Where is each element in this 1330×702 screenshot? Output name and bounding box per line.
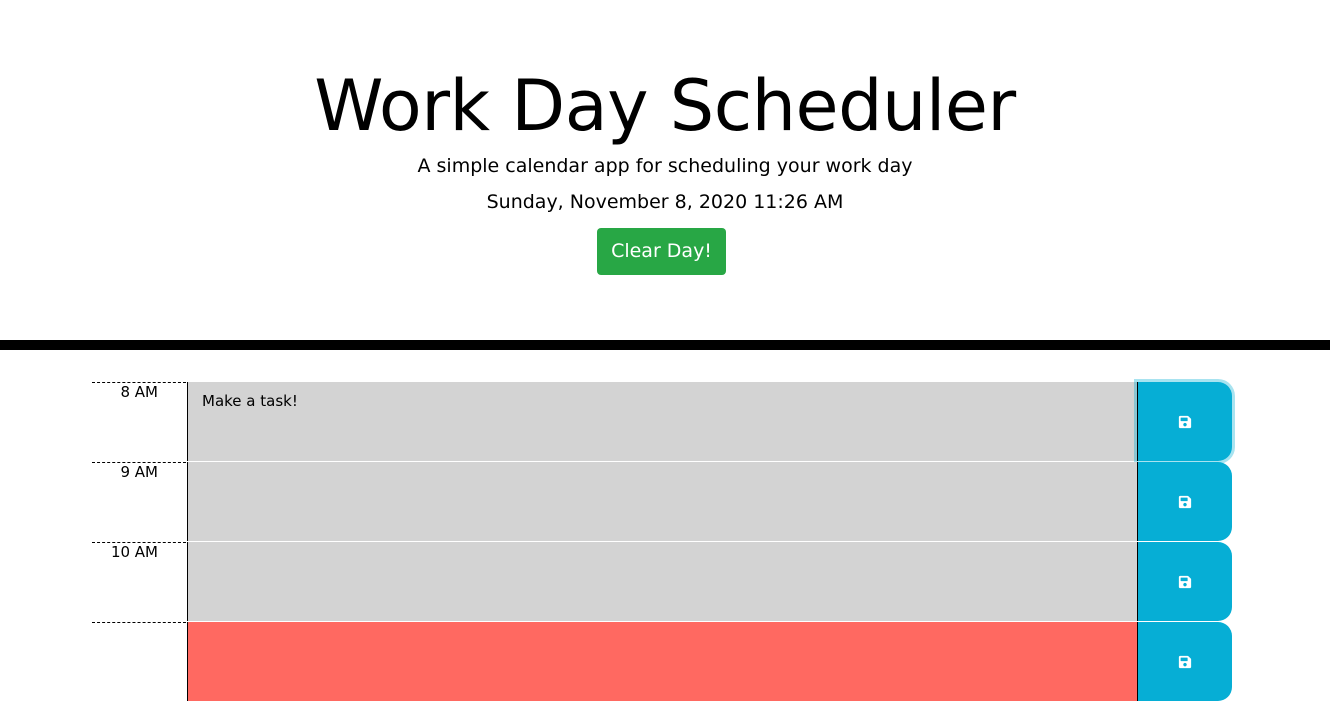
hour-label: 10 AM — [92, 542, 186, 621]
hour-label — [92, 622, 186, 701]
save-button[interactable] — [1137, 462, 1232, 541]
save-button[interactable] — [1137, 382, 1232, 461]
header: Work Day Scheduler A simple calendar app… — [0, 0, 1330, 340]
task-textarea[interactable]: Make a task! — [187, 382, 1137, 461]
save-icon — [1178, 495, 1192, 508]
task-textarea[interactable] — [187, 542, 1137, 621]
hour-label: 8 AM — [92, 382, 186, 461]
page-title: Work Day Scheduler — [314, 65, 1016, 147]
hour-label: 9 AM — [92, 462, 186, 541]
header-divider — [0, 340, 1330, 350]
page-subtitle: A simple calendar app for scheduling you… — [417, 155, 913, 177]
task-textarea[interactable] — [187, 622, 1137, 701]
save-button[interactable] — [1137, 622, 1232, 701]
time-block-row: 10 AM — [92, 542, 1232, 622]
save-button[interactable] — [1137, 542, 1232, 621]
save-icon — [1178, 575, 1192, 588]
save-icon — [1178, 655, 1192, 668]
current-day: Sunday, November 8, 2020 11:26 AM — [486, 191, 844, 213]
time-block-row — [92, 622, 1232, 702]
task-textarea[interactable] — [187, 462, 1137, 541]
time-block-row: 9 AM — [92, 462, 1232, 542]
time-block-row: 8 AM Make a task! — [92, 382, 1232, 462]
save-icon — [1178, 415, 1192, 428]
clear-day-button[interactable]: Clear Day! — [597, 228, 726, 275]
